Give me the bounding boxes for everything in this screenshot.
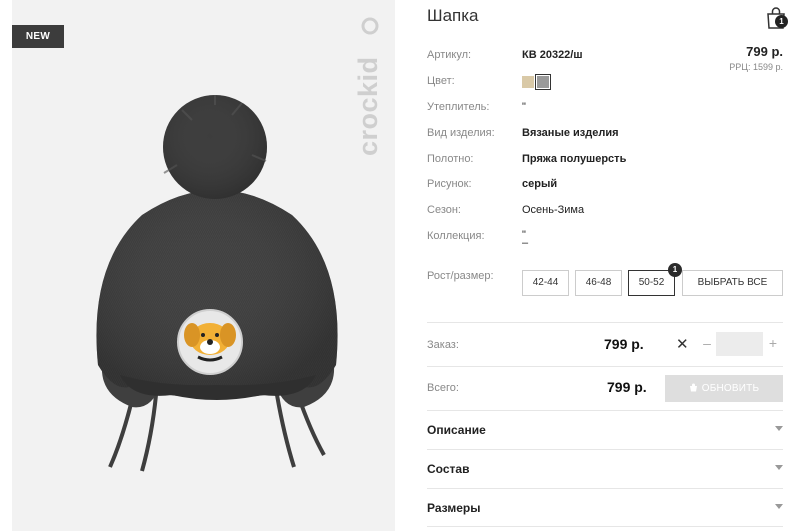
basket-icon [689,383,697,392]
quantity-minus-button[interactable]: – [700,335,714,351]
update-button-label: ОБНОВИТЬ [701,383,760,394]
chevron-down-icon [775,465,783,470]
total-label: Всего: [427,382,459,394]
select-all-button[interactable]: ВЫБРАТЬ ВСЕ [682,270,783,296]
detail-value: Вязаные изделия [522,127,619,139]
chevron-down-icon [775,504,783,509]
product-image-panel: NEW crockid [12,0,395,531]
divider [427,526,783,527]
detail-value: Осень-Зима [522,204,585,216]
divider [427,322,783,323]
detail-value: серый [522,178,558,190]
size-option-46-48[interactable]: 46-48 [575,270,622,296]
accordion-title: Размеры [427,501,481,515]
order-label: Заказ: [427,339,459,351]
remove-icon[interactable]: ✕ [676,335,689,353]
detail-label: Цвет: [427,75,455,87]
detail-label: Утеплитель: [427,101,490,113]
new-badge: NEW [12,25,64,48]
detail-label: Артикул: [427,49,472,61]
size-selected-badge: 1 [668,263,682,277]
divider [427,366,783,367]
total-price: 799 р. [607,379,647,395]
recommended-price: РРЦ: 1599 р. [729,62,783,72]
quantity-input[interactable] [716,332,763,356]
price: 799 р. [746,44,783,59]
detail-value: " – [522,229,529,249]
product-title: Шапка [427,6,479,25]
accordion-composition[interactable]: Состав [427,450,783,488]
detail-label: Вид изделия: [427,127,495,139]
quantity-plus-button[interactable]: + [766,335,780,351]
detail-label: Полотно: [427,153,474,165]
accordion-title: Состав [427,462,470,476]
accordion-sizes[interactable]: Размеры [427,489,783,527]
order-price: 799 р. [604,336,644,352]
accordion-description[interactable]: Описание [427,411,783,449]
detail-label: Рисунок: [427,178,472,190]
chevron-down-icon [775,426,783,431]
color-swatch-beige[interactable] [522,76,534,88]
detail-label: Коллекция: [427,230,485,242]
hat-image [96,95,338,472]
size-option-42-44[interactable]: 42-44 [522,270,569,296]
detail-value: Пряжа полушерсть [522,153,627,165]
update-button[interactable]: ОБНОВИТЬ [665,375,783,402]
cart-count-badge: 1 [775,15,788,28]
detail-value: КВ 20322/ш [522,49,583,61]
size-option-50-52[interactable]: 50-52 [628,270,675,296]
color-swatch-gray[interactable] [535,74,551,90]
size-label: Рост/размер: [427,270,494,282]
accordion-title: Описание [427,423,486,437]
detail-value: " [522,101,526,113]
detail-label: Сезон: [427,204,461,216]
